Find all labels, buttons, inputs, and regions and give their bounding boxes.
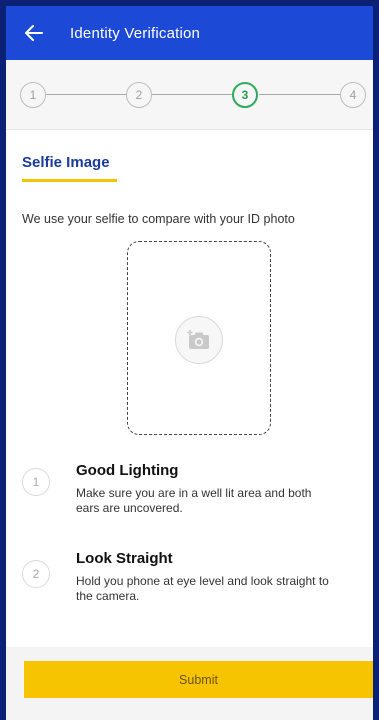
- page-title: Identity Verification: [70, 24, 201, 42]
- footer-bar: Submit: [6, 647, 373, 720]
- tip-number-1: 1: [22, 468, 50, 496]
- camera-button[interactable]: [175, 316, 223, 364]
- add-photo-camera-icon: [187, 330, 209, 349]
- tip-number-2: 2: [22, 560, 50, 588]
- arrow-left-icon: [25, 25, 43, 41]
- tip-title-good-lighting: Good Lighting: [76, 462, 179, 479]
- step-connector: [259, 94, 340, 95]
- progress-stepper: 1 2 3 4: [6, 60, 373, 130]
- section-title-underline: [22, 179, 117, 182]
- submit-button[interactable]: Submit: [24, 661, 373, 698]
- step-4[interactable]: 4: [340, 82, 366, 108]
- step-3-active[interactable]: 3: [232, 82, 258, 108]
- tip-text-1-line-2: ears are uncovered.: [76, 501, 183, 515]
- tip-text-2-line-2: the camera.: [76, 589, 140, 603]
- tip-text-2-line-1: Hold you phone at eye level and look str…: [76, 574, 329, 588]
- app-screen: Identity Verification 1 2 3 4 Selfie Ima…: [6, 6, 373, 720]
- step-2[interactable]: 2: [126, 82, 152, 108]
- step-connector: [152, 94, 232, 95]
- tip-title-look-straight: Look Straight: [76, 550, 173, 567]
- section-description: We use your selfie to compare with your …: [22, 212, 295, 226]
- back-button[interactable]: [6, 6, 54, 60]
- step-connector: [46, 94, 126, 95]
- section-title: Selfie Image: [22, 154, 110, 171]
- tip-text-1-line-1: Make sure you are in a well lit area and…: [76, 486, 312, 500]
- selfie-capture-area[interactable]: [127, 241, 271, 435]
- app-bar: Identity Verification: [6, 6, 373, 60]
- step-1[interactable]: 1: [20, 82, 46, 108]
